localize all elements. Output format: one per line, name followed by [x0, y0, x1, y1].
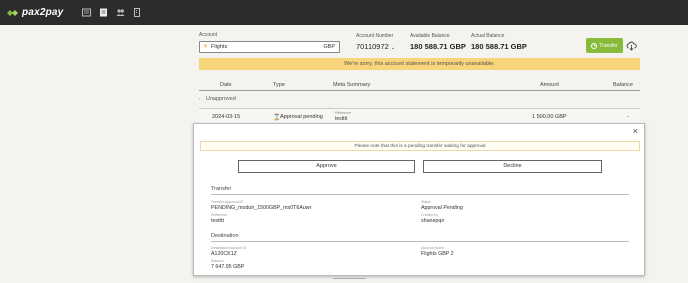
transfer-reference-field: Reference testttt	[211, 213, 227, 224]
transfer-section-title: Transfer	[211, 186, 232, 192]
transfer-created-by-label: Created by	[421, 213, 439, 217]
available-balance-label: Available Balance	[410, 33, 450, 39]
transfer-status-field: Status Approval Pending	[421, 200, 463, 211]
account-label: Account	[199, 32, 218, 38]
destination-account-field: Destination Account ID A120CK1Z	[211, 246, 246, 257]
destination-account-value: A120CK1Z	[211, 250, 237, 257]
destination-account-label: Destination Account ID	[211, 246, 247, 250]
chevron-down-icon: ⌄	[390, 45, 396, 51]
transfer-id-field: Transfer Approval ID PENDING_modulr_1500…	[211, 200, 311, 211]
row-balance: -	[627, 114, 629, 120]
group-label: Unapproved	[205, 96, 236, 102]
brand-name: pax2pay	[22, 7, 64, 18]
account-name: Flights	[211, 44, 228, 50]
actual-balance-block: Actual Balance 180 588.71 GBP	[471, 33, 527, 51]
transfer-created-by-value: shanepqe	[421, 217, 445, 224]
col-amount: Amount	[540, 82, 559, 88]
divider	[211, 194, 629, 195]
decline-button[interactable]: Decline	[423, 160, 602, 173]
row-date: 2024-03-15	[212, 114, 241, 120]
document-icon[interactable]	[99, 8, 108, 17]
plus-circle-icon: +	[591, 42, 598, 49]
transfer-created-by-field: Created by shanepqe	[421, 213, 444, 224]
row-meta-label: Reference	[335, 111, 352, 115]
available-balance-block: Available Balance 180 588.71 GBP	[410, 33, 466, 51]
account-currency: GBP	[323, 44, 335, 50]
destination-balance-label: Balance	[211, 259, 224, 263]
transfer-button[interactable]: + Transfer	[586, 38, 623, 53]
row-amount: 1 500.00 GBP	[532, 114, 567, 120]
users-icon[interactable]	[116, 8, 125, 17]
transfer-button-label: Transfer	[599, 42, 618, 49]
top-navigation-bar: pax2pay	[0, 0, 688, 25]
pending-transfer-note: Please note that this is a pending trans…	[200, 141, 640, 151]
row-type: Approval pending	[280, 114, 323, 120]
destination-section-title: Destination	[211, 233, 239, 239]
account-number-dropdown[interactable]: 70110972 ⌄	[356, 42, 395, 51]
destination-name-field: Account Name Flights GBP 2	[421, 246, 454, 257]
transfer-status-label: Status	[421, 200, 431, 204]
brand-logo[interactable]: pax2pay	[6, 6, 63, 19]
transfer-reference-label: Reference	[211, 213, 228, 217]
unapproved-group-toggle[interactable]: › Unapproved	[199, 96, 236, 102]
row-meta-value: testttt	[335, 116, 348, 122]
chevron-right-icon: ›	[199, 96, 201, 101]
divider	[333, 278, 366, 279]
destination-balance-field: Balance 7 647.95 GBP	[211, 259, 244, 270]
transfer-id-value: PENDING_modulr_1500GBP_ms0T6Auwr	[211, 204, 312, 211]
organization-icon[interactable]	[133, 8, 142, 17]
col-meta-summary: Meta Summary	[333, 82, 371, 88]
transfer-reference-value: testttt	[211, 217, 224, 224]
account-number-value: 70110972	[356, 42, 389, 51]
col-type: Type	[273, 82, 285, 88]
actual-balance-label: Actual Balance	[471, 33, 505, 39]
statement-table-header: Date Type Meta Summary Amount Balance	[199, 79, 640, 91]
destination-name-value: Flights GBP 2	[421, 250, 454, 257]
destination-name-label: Account Name	[421, 246, 444, 250]
close-icon[interactable]: ×	[633, 126, 638, 136]
account-number-block: Account Number 70110972 ⌄	[356, 33, 395, 51]
account-icon: ✈	[203, 44, 209, 50]
pending-transfer-detail-panel: × Please note that this is a pending tra…	[193, 123, 645, 276]
divider	[211, 241, 629, 242]
col-balance: Balance	[613, 82, 633, 88]
col-date: Date	[220, 82, 232, 88]
statement-icon[interactable]	[82, 8, 91, 17]
account-number-label: Account Number	[356, 33, 394, 39]
destination-balance-value: 7 647.95 GBP	[211, 263, 245, 270]
transfer-id-label: Transfer Approval ID	[211, 200, 243, 204]
table-row[interactable]: 2024-03-15 ⌛ Approval pending Reference …	[199, 108, 640, 123]
account-select[interactable]: ✈ Flights GBP	[199, 41, 340, 53]
available-balance-value: 180 588.71 GBP	[410, 42, 466, 51]
approve-button[interactable]: Approve	[238, 160, 415, 173]
actual-balance-value: 180 588.71 GBP	[471, 42, 527, 51]
logo-icon	[7, 9, 18, 16]
transfer-status-value: Approval Pending	[421, 204, 463, 211]
statement-unavailable-banner: We're sorry, this account statement is t…	[199, 58, 640, 70]
cloud-download-icon[interactable]	[626, 41, 637, 51]
